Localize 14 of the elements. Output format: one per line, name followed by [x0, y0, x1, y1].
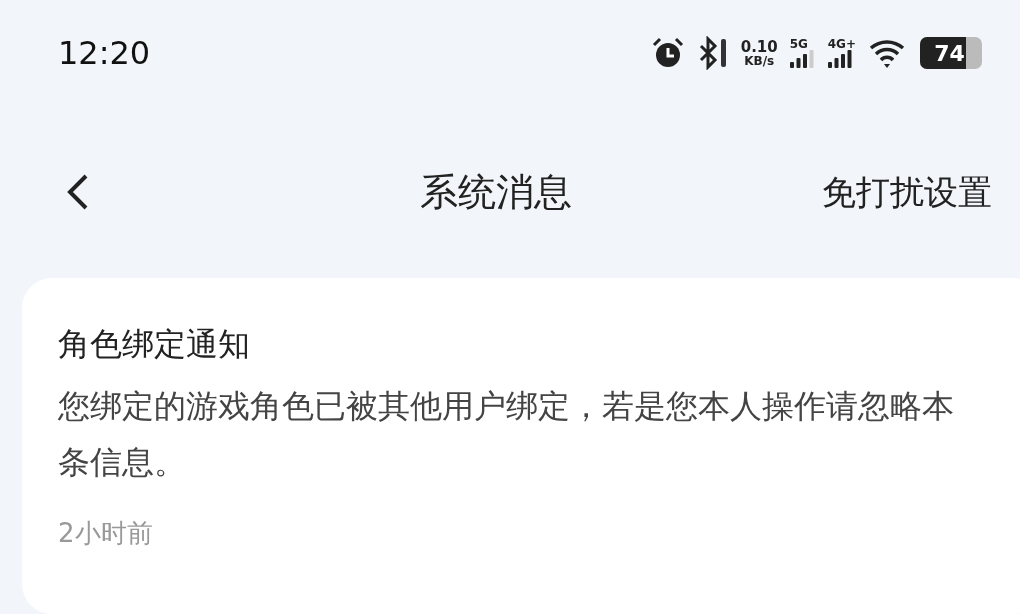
- battery-indicator: 74: [920, 37, 982, 69]
- message-body: 您绑定的游戏角色已被其他用户绑定，若是您本人操作请忽略本条信息。: [58, 386, 955, 483]
- network-type: 5G: [789, 38, 808, 50]
- message-time: 2小时前: [58, 517, 154, 550]
- network-type: 4G+: [827, 38, 856, 50]
- alarm-clock-icon: [650, 36, 685, 70]
- signal-icon: [789, 50, 816, 68]
- do-not-disturb-settings-link[interactable]: 免打扰设置: [822, 166, 992, 218]
- speed-unit: KB/s: [744, 54, 775, 67]
- signal-icon: [827, 50, 854, 68]
- message-title: 角色绑定通知: [58, 324, 251, 365]
- status-time: 12:20: [58, 33, 151, 74]
- page-title: 系统消息: [420, 168, 572, 216]
- network-speed: 0.10: [740, 39, 778, 55]
